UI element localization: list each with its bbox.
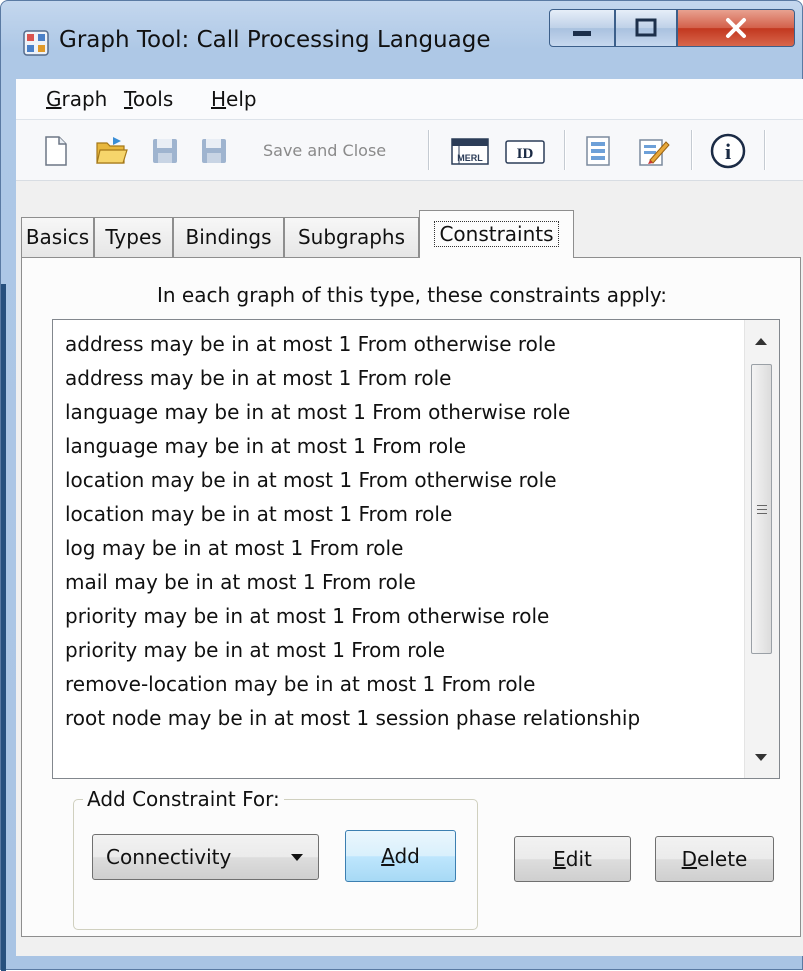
constraints-list[interactable]: address may be in at most 1 From otherwi… [52,319,780,779]
add-constraint-group-label: Add Constraint For: [83,787,284,811]
menu-bar: Graph Tools Help [16,79,803,120]
vertical-scrollbar[interactable] [744,320,779,778]
list-item[interactable]: location may be in at most 1 From role [65,497,452,531]
list-item[interactable]: mail may be in at most 1 From role [65,565,416,599]
constraints-panel: In each graph of this type, these constr… [21,257,801,937]
tab-bindings[interactable]: Bindings [173,217,284,257]
minimize-button[interactable] [549,9,615,47]
open-folder-icon[interactable] [95,134,129,168]
list-item[interactable]: language may be in at most 1 From role [65,429,466,463]
window-title: Graph Tool: Call Processing Language [59,27,491,53]
scroll-up-arrow-icon[interactable] [755,338,767,345]
form-icon[interactable] [581,134,615,168]
add-button[interactable]: Add [345,830,456,882]
window-frame-edge [1,284,6,971]
list-item[interactable]: remove-location may be in at most 1 From… [65,667,535,701]
list-item[interactable]: priority may be in at most 1 From otherw… [65,599,549,633]
constraints-prompt: In each graph of this type, these constr… [156,283,668,307]
app-icon [23,30,49,56]
merl-icon[interactable]: MERL [450,134,490,168]
tab-subgraphs[interactable]: Subgraphs [284,217,419,257]
menu-tools[interactable]: Tools [124,87,173,111]
menu-graph[interactable]: Graph [46,87,107,111]
grip-line [757,509,767,510]
grip-line [757,505,767,506]
toolbar-separator [691,130,693,170]
list-item[interactable]: language may be in at most 1 From otherw… [65,395,570,429]
scroll-down-arrow-icon[interactable] [755,754,767,761]
client-area: Graph Tools Help Save and Close MERL ID … [16,79,803,956]
list-item[interactable]: address may be in at most 1 From otherwi… [65,327,556,361]
constraint-type-value: Connectivity [106,845,232,869]
scrollbar-thumb[interactable] [751,364,772,654]
minimize-icon [573,31,591,36]
menu-help[interactable]: Help [211,87,257,111]
close-icon [726,18,746,38]
tab-basics[interactable]: Basics [21,217,94,257]
toolbar: Save and Close MERL ID i [16,120,803,181]
list-item[interactable]: address may be in at most 1 From role [65,361,451,395]
tab-constraints-label: Constraints [434,221,559,247]
tab-types[interactable]: Types [94,217,173,257]
toolbar-separator [564,130,566,170]
title-bar[interactable]: Graph Tool: Call Processing Language [1,1,802,79]
delete-button[interactable]: Delete [655,836,774,882]
new-document-icon[interactable] [39,134,73,168]
maximize-button[interactable] [615,9,677,47]
dropdown-arrow-icon [291,854,303,861]
list-item[interactable]: location may be in at most 1 From otherw… [65,463,557,497]
tab-constraints[interactable]: Constraints [419,210,574,258]
toolbar-separator [764,130,766,170]
svg-text:MERL: MERL [457,153,483,163]
svg-text:ID: ID [517,146,534,162]
svg-text:i: i [725,139,731,164]
list-item[interactable]: priority may be in at most 1 From role [65,633,445,667]
maximize-icon [635,18,657,37]
toolbar-separator [428,130,430,170]
constraint-type-select[interactable]: Connectivity [92,834,319,880]
list-item[interactable]: log may be in at most 1 From role [65,531,403,565]
close-button[interactable] [677,9,795,47]
id-icon[interactable]: ID [503,134,547,168]
save-and-close-icon[interactable] [197,134,231,168]
list-item[interactable]: root node may be in at most 1 session ph… [65,701,640,735]
info-icon[interactable]: i [709,132,747,170]
grip-line [757,513,767,514]
edit-note-icon[interactable] [636,134,670,168]
save-icon[interactable] [148,134,182,168]
application-window: Graph Tool: Call Processing Language Gra… [0,0,803,971]
edit-button[interactable]: Edit [514,836,631,882]
save-and-close-button[interactable]: Save and Close [263,141,386,160]
